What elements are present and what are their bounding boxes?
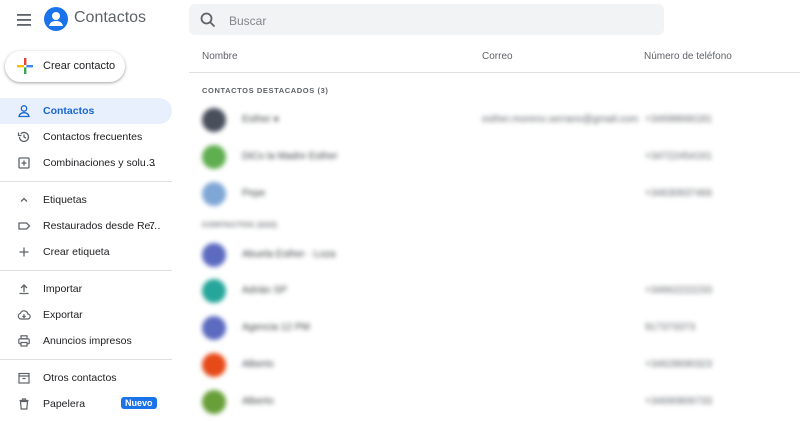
sidebar-item-contactos-frecuentes[interactable]: Contactos frecuentes [0,124,172,150]
contact-phone: +34698666181 [645,114,713,125]
table-row[interactable]: Agencia 12 PM 917373373 [189,310,800,347]
divider [0,270,172,271]
avatar [202,145,226,169]
sidebar-item-combinaciones[interactable]: Combinaciones y solu… 3 [0,150,172,176]
sidebar-item-etiquetas[interactable]: Etiquetas [0,187,172,213]
avatar [202,353,226,377]
sidebar-item-exportar[interactable]: Exportar [0,302,172,328]
contacts-logo-icon [44,7,68,31]
archive-icon [17,371,31,385]
column-header-name[interactable]: Nombre [202,51,238,62]
cloud-download-icon [17,308,31,322]
contact-phone: 917373373 [645,322,696,333]
table-row[interactable]: Abuela Esther · Loza [189,237,800,274]
contact-name: Abuela Esther · Loza [242,249,336,260]
contact-email: esther.moreno.serrano@gmail.com [482,114,639,125]
contact-phone: +34628690323 [645,359,713,370]
sidebar-item-restaurados[interactable]: Restaurados desde Re… 7 [0,213,172,239]
contact-name: Esther ♦ [242,114,279,125]
count-badge: 3 [149,157,155,169]
avatar [202,243,226,267]
sidebar-item-otros-contactos[interactable]: Otros contactos [0,365,172,391]
search-icon[interactable] [199,11,217,29]
sidebar-item-contactos[interactable]: Contactos [0,98,172,124]
contact-name: Agencia 12 PM [242,322,310,333]
person-icon [17,104,31,118]
starred-section-label: CONTACTOS DESTACADOS (3) [202,86,329,95]
table-row[interactable]: DiCo la Madre Esther +34722454161 [189,139,800,176]
table-row[interactable]: Esther ♦ esther.moreno.serrano@gmail.com… [189,102,800,139]
contact-phone: +34690806733 [645,396,713,407]
upload-icon [17,282,31,296]
table-row[interactable]: Alberto +34628690323 [189,347,800,384]
plus-icon [17,245,31,259]
top-bar: Contactos [0,0,800,40]
print-icon [17,334,31,348]
table-header: Nombre Correo Número de teléfono [189,40,800,73]
trash-icon [17,397,31,411]
app-title: Contactos [74,9,147,26]
column-header-email: Correo [482,51,513,62]
avatar [202,316,226,340]
contact-name: Alberto [242,396,274,407]
contact-name: Alberto [242,359,274,370]
table-row[interactable]: Pepe +34630937466 [189,176,800,213]
merge-icon [17,156,31,170]
avatar [202,182,226,206]
sidebar-item-crear-etiqueta[interactable]: Crear etiqueta [0,239,172,265]
menu-icon[interactable] [12,9,36,31]
chevron-up-icon [17,193,31,207]
avatar [202,279,226,303]
column-header-phone: Número de teléfono [644,51,732,62]
contact-name: DiCo la Madre Esther [242,151,338,162]
label-icon [17,219,31,233]
divider [0,359,172,360]
avatar [202,390,226,414]
table-row[interactable]: Adrián SP +34662222233 [189,273,800,310]
search-input[interactable] [227,4,651,37]
history-icon [17,130,31,144]
contact-phone: +34722454161 [645,151,713,162]
search-bar[interactable] [189,4,664,37]
sidebar-item-anuncios-impresos[interactable]: Anuncios impresos [0,328,172,354]
contact-phone: +34630937466 [645,188,713,199]
sidebar-item-papelera[interactable]: Papelera Nuevo [0,391,172,417]
divider [0,181,172,182]
create-contact-label: Crear contacto [43,60,116,72]
contact-name: Adrián SP [242,285,288,296]
table-row[interactable]: Alberto +34690806733 [189,384,800,421]
create-contact-button[interactable]: Crear contacto [5,51,125,82]
sidebar-nav: Contactos Contactos frecuentes Combinaci… [0,98,175,417]
sidebar-item-importar[interactable]: Importar [0,276,172,302]
count-badge: 7 [149,220,155,232]
contacts-section-label: CONTACTOS (222) [202,220,278,229]
plus-multicolor-icon [17,58,33,74]
new-badge: Nuevo [121,397,157,409]
avatar [202,108,226,132]
contact-name: Pepe [242,188,266,199]
contact-phone: +34662222233 [645,285,713,296]
